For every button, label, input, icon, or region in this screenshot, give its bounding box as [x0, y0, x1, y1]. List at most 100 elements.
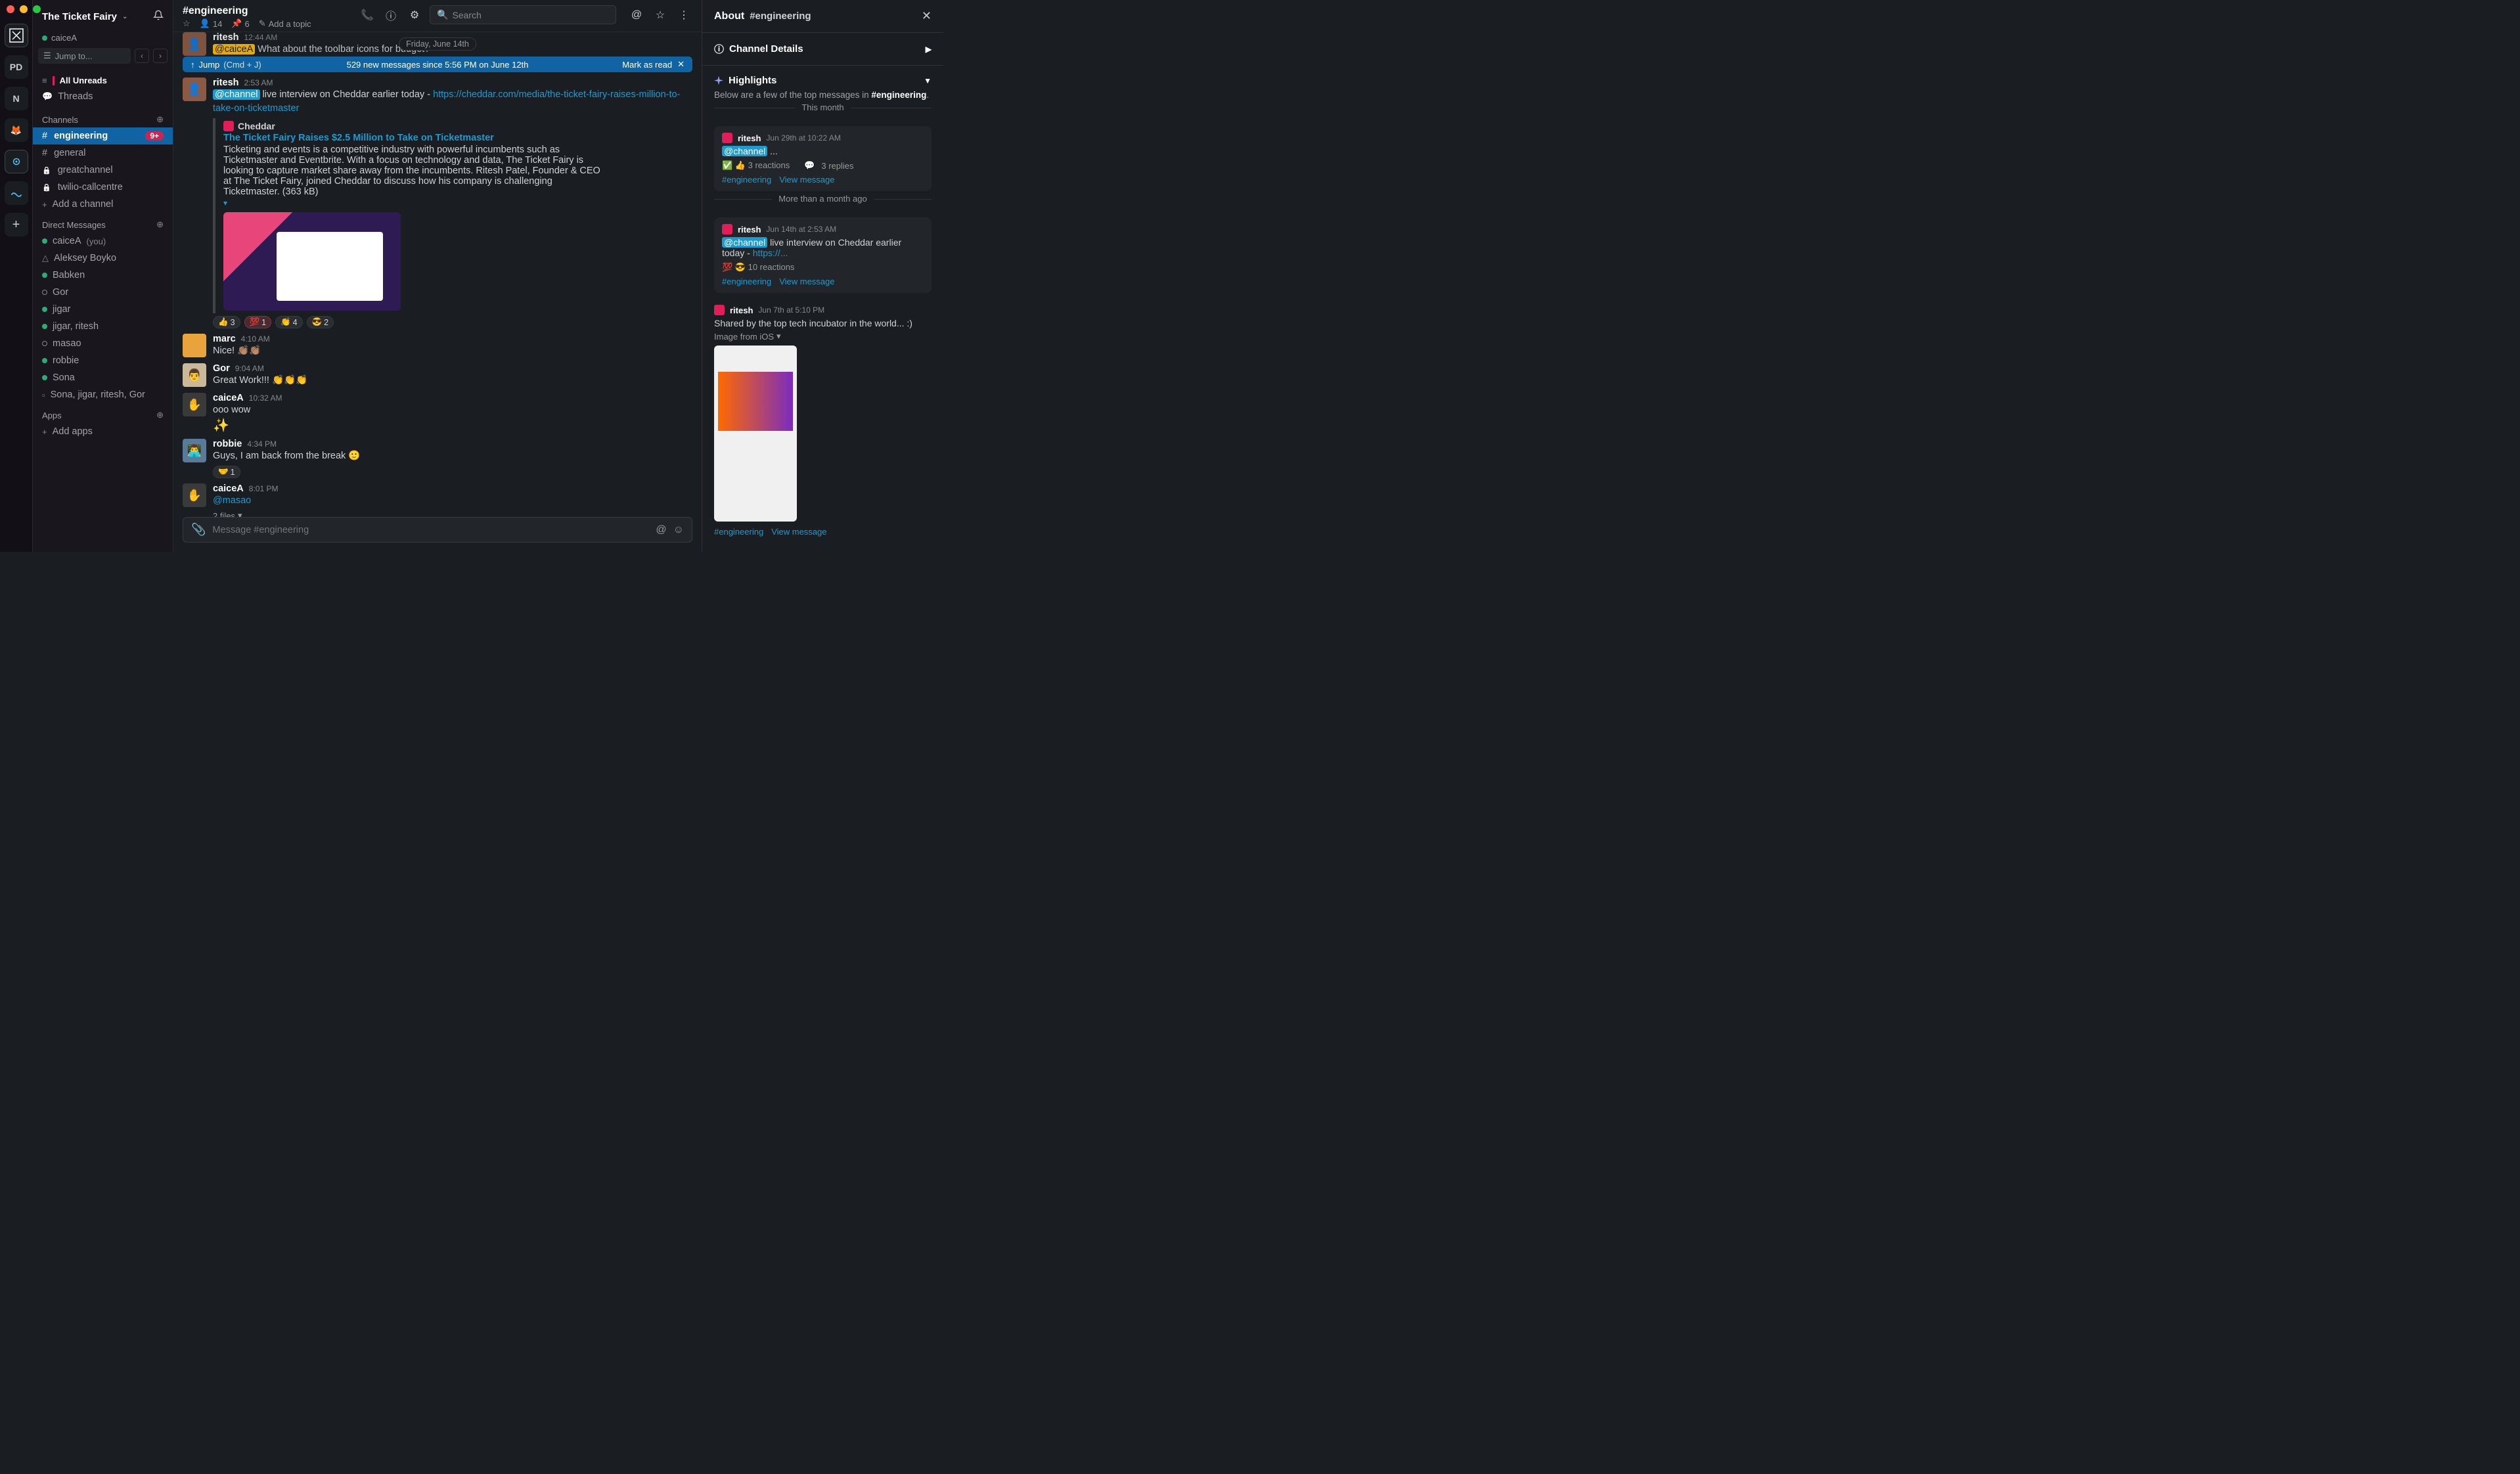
banner-text: 529 new messages since 5:56 PM on June 1… — [347, 60, 529, 70]
dm-sona[interactable]: Sona — [33, 369, 173, 386]
current-user-status[interactable]: caiceA — [33, 33, 173, 48]
avatar[interactable] — [183, 334, 206, 357]
emoji-icon[interactable]: ☺ — [673, 524, 684, 536]
avatar[interactable]: 👨 — [183, 363, 206, 387]
chevron-down-icon: ▾ — [776, 331, 781, 342]
details-about-label: About — [714, 11, 744, 22]
dm-gor[interactable]: Gor — [33, 284, 173, 301]
star-button[interactable]: ☆ — [183, 18, 191, 29]
highlights-header[interactable]: Highlights ▼ — [714, 75, 932, 86]
call-icon[interactable]: 📞 — [359, 7, 376, 24]
attach-icon[interactable]: 📎 — [191, 523, 206, 537]
add-channel-icon[interactable]: ⊕ — [156, 114, 164, 125]
view-message-link[interactable]: View message — [771, 527, 826, 537]
add-dm-icon[interactable]: ⊕ — [156, 219, 164, 230]
reaction[interactable]: 👏4 — [275, 316, 303, 328]
attachment-title[interactable]: The Ticket Fairy Raises $2.5 Million to … — [223, 133, 607, 143]
channel-twilio[interactable]: twilio-callcentre — [33, 179, 173, 196]
reaction[interactable]: 💯1 — [244, 316, 272, 328]
info-icon: ⓘ — [714, 42, 724, 56]
add-app-icon[interactable]: ⊕ — [156, 410, 164, 420]
channel-engineering[interactable]: engineering 9+ — [33, 127, 173, 145]
composer-input[interactable] — [212, 525, 649, 535]
highlight-card[interactable]: riteshJun 7th at 5:10 PM Shared by the t… — [714, 298, 932, 543]
message: 👤 ritesh 2:53 AM @channel live interview… — [183, 75, 692, 331]
all-unreads-link[interactable]: ≡ All Unreads — [33, 73, 173, 88]
reaction[interactable]: 😎2 — [307, 316, 334, 328]
workspace-name[interactable]: The Ticket Fairy — [42, 11, 117, 22]
dm-robbie[interactable]: robbie — [33, 352, 173, 369]
members-count[interactable]: 👤 14 — [200, 18, 223, 29]
dm-aleksey[interactable]: △Aleksey Boyko — [33, 250, 173, 267]
view-message-link[interactable]: View message — [779, 175, 834, 185]
workspace-n[interactable]: N — [5, 87, 28, 110]
search-input[interactable]: 🔍 Search — [430, 5, 616, 24]
channel-title[interactable]: #engineering — [183, 5, 311, 17]
reactions: 👍3 💯1 👏4 😎2 — [213, 316, 692, 328]
workspace-icon-4[interactable] — [5, 150, 28, 173]
dm-caicea[interactable]: caiceA (you) — [33, 233, 173, 250]
jump-label[interactable]: Jump — [199, 60, 220, 70]
attachment-preview-image[interactable] — [223, 212, 401, 311]
close-details-icon[interactable]: ✕ — [922, 9, 932, 23]
workspace-pd[interactable]: PD — [5, 55, 28, 79]
avatar[interactable]: ✋ — [183, 393, 206, 416]
apps-section-header[interactable]: Apps ⊕ — [33, 403, 173, 423]
dm-jigar-ritesh[interactable]: jigar, ritesh — [33, 318, 173, 335]
notifications-icon[interactable] — [153, 10, 164, 24]
reaction[interactable]: 🤝1 — [213, 466, 240, 478]
message-list[interactable]: 👤 ritesh 2:53 AM @channel live interview… — [173, 75, 702, 517]
reaction[interactable]: 👍3 — [213, 316, 240, 328]
channel-greatchannel[interactable]: greatchannel — [33, 162, 173, 179]
window-traffic-lights[interactable] — [7, 5, 41, 13]
settings-icon[interactable]: ⚙ — [406, 7, 423, 24]
dms-label: Direct Messages — [42, 220, 106, 230]
highlight-image-preview[interactable] — [714, 346, 797, 522]
add-workspace-button[interactable]: + — [5, 213, 28, 236]
channel-mention[interactable]: @channel — [213, 89, 260, 100]
channel-general[interactable]: general — [33, 145, 173, 162]
close-banner-icon[interactable]: ✕ — [677, 59, 685, 70]
history-forward-button[interactable]: › — [153, 49, 168, 63]
channels-section-header[interactable]: Channels ⊕ — [33, 108, 173, 127]
message: ✋ caiceA10:32 AM ooo wow ✨ — [183, 390, 692, 436]
mark-read-button[interactable]: Mark as read — [622, 60, 672, 70]
avatar[interactable]: 👤 — [183, 78, 206, 101]
workspace-icon-5[interactable] — [5, 181, 28, 205]
channels-label: Channels — [42, 115, 78, 125]
dm-group[interactable]: ▫Sona, jigar, ritesh, Gor — [33, 386, 173, 403]
message: 👨‍💻 robbie4:34 PM Guys, I am back from t… — [183, 436, 692, 481]
more-icon[interactable]: ⋮ — [675, 7, 692, 24]
channel-label: engineering — [54, 131, 108, 141]
jump-up-icon[interactable]: ↑ — [191, 60, 195, 70]
pins-count[interactable]: 📌 6 — [231, 18, 249, 29]
dm-masao[interactable]: masao — [33, 335, 173, 352]
star-icon[interactable]: ☆ — [652, 7, 669, 24]
history-back-button[interactable]: ‹ — [135, 49, 149, 63]
dm-jigar[interactable]: jigar — [33, 301, 173, 318]
dms-section-header[interactable]: Direct Messages ⊕ — [33, 213, 173, 233]
threads-link[interactable]: 💬 Threads — [33, 88, 173, 105]
user-mention[interactable]: @masao — [213, 495, 251, 506]
add-topic-button[interactable]: ✎ Add a topic — [259, 18, 311, 29]
all-unreads-label: All Unreads — [60, 76, 107, 85]
message-author[interactable]: ritesh — [213, 78, 239, 88]
workspace-ticketfairy[interactable] — [5, 24, 28, 47]
hash-icon — [42, 148, 49, 158]
channel-details-section[interactable]: ⓘ Channel Details ▶ — [702, 32, 943, 65]
view-message-link[interactable]: View message — [779, 277, 834, 286]
add-channel-link[interactable]: + Add a channel — [33, 196, 173, 213]
highlight-card[interactable]: riteshJun 29th at 10:22 AM @channel ... … — [714, 126, 932, 191]
avatar[interactable]: ✋ — [183, 483, 206, 507]
add-apps-link[interactable]: + Add apps — [33, 423, 173, 440]
workspace-icon-3[interactable]: 🦊 — [5, 118, 28, 142]
dm-babken[interactable]: Babken — [33, 267, 173, 284]
avatar[interactable]: 👨‍💻 — [183, 439, 206, 462]
jump-to-input[interactable]: ☰ Jump to... — [38, 48, 131, 64]
mentions-icon[interactable]: @ — [628, 7, 645, 24]
highlight-card[interactable]: riteshJun 14th at 2:53 AM @channel live … — [714, 217, 932, 293]
files-toggle[interactable]: 2 files — [213, 511, 235, 517]
info-icon[interactable]: ⓘ — [382, 7, 399, 24]
message-composer[interactable]: 📎 @ ☺ — [183, 517, 692, 543]
at-icon[interactable]: @ — [656, 524, 666, 536]
